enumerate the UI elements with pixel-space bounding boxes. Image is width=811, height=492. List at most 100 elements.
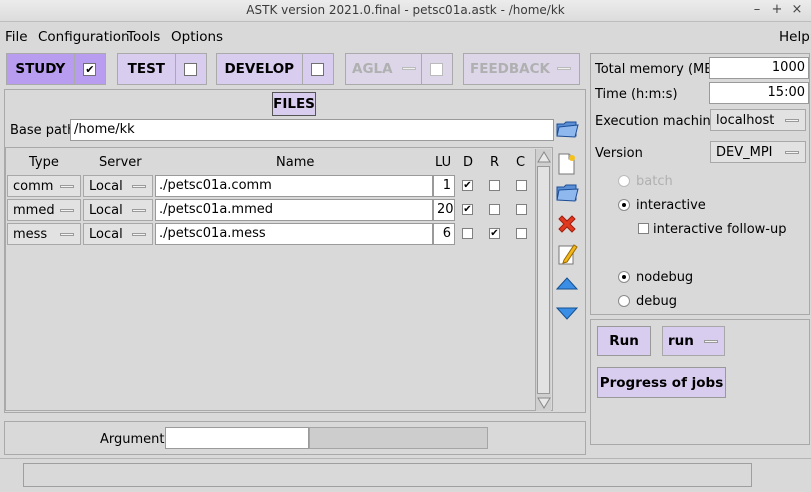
progress-of-jobs-button[interactable]: Progress of jobs [597, 367, 726, 398]
header-d: D [463, 155, 474, 170]
memory-input[interactable]: 1000 [709, 57, 809, 79]
type-select[interactable]: comm [7, 175, 81, 197]
test-checkbox-cell[interactable] [174, 54, 206, 84]
follow-up-checkbox[interactable] [638, 223, 649, 234]
menu-configuration[interactable]: Configuration [38, 29, 130, 45]
server-value: Local [89, 202, 123, 218]
base-path-input[interactable]: /home/kk [70, 119, 554, 141]
test-label: TEST [127, 61, 166, 77]
run-mode-value: run [668, 333, 694, 349]
server-select[interactable]: Local [83, 175, 153, 197]
dropdown-icon [132, 209, 146, 212]
follow-up-label: interactive follow-up [653, 222, 787, 237]
files-tab[interactable]: FILES [272, 92, 316, 116]
version-label: Version [595, 146, 643, 161]
type-select[interactable]: mmed [7, 199, 81, 221]
agla-checkbox-cell[interactable] [420, 54, 452, 84]
interactive-radio[interactable] [618, 199, 630, 211]
dropdown-icon [60, 209, 74, 212]
minimize-icon[interactable]: – [749, 2, 765, 17]
file-name-input[interactable]: ./petsc01a.mmed [155, 199, 433, 221]
machine-select[interactable]: localhost [710, 109, 806, 131]
dropdown-icon [704, 340, 718, 343]
develop-checkbox-cell[interactable] [301, 54, 333, 84]
time-label: Time (h:m:s) [595, 87, 678, 102]
maximize-icon[interactable]: + [769, 2, 785, 17]
c-checkbox[interactable] [516, 180, 527, 191]
d-checkbox[interactable]: ✔ [462, 180, 473, 191]
menu-file[interactable]: File [5, 29, 28, 45]
scrollbar-thumb[interactable] [537, 166, 550, 394]
status-bar [23, 463, 752, 487]
dropdown-icon [132, 185, 146, 188]
study-checkbox[interactable]: ✔ [83, 62, 97, 76]
d-checkbox[interactable] [462, 228, 473, 239]
c-checkbox[interactable] [516, 228, 527, 239]
server-select[interactable]: Local [83, 223, 153, 245]
r-checkbox[interactable] [489, 204, 500, 215]
new-file-icon[interactable] [555, 152, 577, 176]
move-down-icon[interactable] [555, 304, 579, 322]
feedback-label: FEEDBACK [470, 61, 550, 77]
r-checkbox[interactable]: ✔ [489, 228, 500, 239]
browse-folder-icon[interactable] [555, 117, 579, 141]
d-checkbox[interactable]: ✔ [462, 204, 473, 215]
edit-icon[interactable] [556, 242, 578, 266]
dropdown-icon [60, 233, 74, 236]
test-mode-button[interactable]: TEST [117, 53, 207, 85]
dropdown-icon [132, 233, 146, 236]
arguments-scroll[interactable] [309, 427, 488, 449]
scroll-down-icon[interactable] [537, 396, 551, 410]
run-button[interactable]: Run [597, 326, 651, 356]
c-checkbox[interactable] [516, 204, 527, 215]
menu-help[interactable]: Help [779, 29, 810, 45]
dropdown-icon [785, 151, 799, 154]
nodebug-radio[interactable] [618, 271, 630, 283]
header-server: Server [99, 155, 142, 170]
menu-options[interactable]: Options [171, 29, 223, 45]
test-checkbox[interactable] [184, 62, 198, 76]
header-c: C [516, 155, 526, 170]
agla-mode-button[interactable]: AGLA [345, 53, 453, 85]
move-up-icon[interactable] [555, 275, 579, 293]
file-name-input[interactable]: ./petsc01a.comm [155, 175, 433, 197]
develop-label: DEVELOP [224, 61, 295, 77]
study-mode-button[interactable]: STUDY ✔ [6, 53, 106, 85]
version-select[interactable]: DEV_MPI [710, 141, 806, 163]
agla-checkbox[interactable] [430, 62, 444, 76]
header-name: Name [276, 155, 315, 170]
agla-dropdown-icon[interactable] [402, 67, 416, 70]
lu-input[interactable]: 1 [433, 175, 455, 197]
scroll-up-icon[interactable] [537, 150, 551, 164]
lu-input[interactable]: 6 [433, 223, 455, 245]
feedback-mode-button[interactable]: FEEDBACK [463, 53, 580, 85]
delete-icon[interactable] [556, 213, 578, 235]
type-value: mess [13, 226, 48, 242]
develop-checkbox[interactable] [311, 62, 325, 76]
header-lu: LU [435, 155, 452, 170]
batch-radio[interactable] [618, 175, 630, 187]
table-scrollbar[interactable] [535, 149, 551, 411]
feedback-dropdown-icon[interactable] [557, 67, 571, 70]
close-icon[interactable]: × [789, 2, 805, 17]
file-name-input[interactable]: ./petsc01a.mess [155, 223, 433, 245]
time-input[interactable]: 15:00 [709, 82, 809, 104]
study-checkbox-cell[interactable]: ✔ [73, 54, 105, 84]
machine-value: localhost [716, 112, 775, 128]
server-value: Local [89, 178, 123, 194]
menu-tools[interactable]: Tools [127, 29, 160, 45]
arguments-input[interactable] [165, 427, 309, 449]
base-path-label: Base path [10, 123, 76, 138]
lu-input[interactable]: 20 [433, 199, 455, 221]
version-value: DEV_MPI [716, 144, 773, 160]
dropdown-icon [785, 119, 799, 122]
server-value: Local [89, 226, 123, 242]
open-folder-icon[interactable] [555, 182, 579, 204]
server-select[interactable]: Local [83, 199, 153, 221]
debug-label: debug [636, 294, 677, 309]
debug-radio[interactable] [618, 295, 630, 307]
run-mode-select[interactable]: run [662, 326, 725, 356]
type-select[interactable]: mess [7, 223, 81, 245]
r-checkbox[interactable] [489, 180, 500, 191]
develop-mode-button[interactable]: DEVELOP [216, 53, 334, 85]
